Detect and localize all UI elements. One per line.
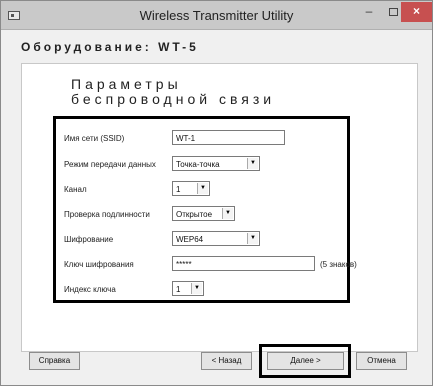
chevron-down-icon: ▼	[197, 183, 208, 194]
cancel-button[interactable]: Отмена	[356, 352, 407, 370]
next-button[interactable]: Далее >	[267, 352, 344, 370]
key-index-value: 1	[176, 285, 181, 294]
channel-label: Канал	[64, 185, 87, 194]
key-index-select[interactable]: 1 ▼	[172, 281, 204, 296]
key-label: Ключ шифрования	[64, 260, 134, 269]
minimize-button[interactable]: –	[357, 2, 381, 22]
wizard-panel: Параметры беспроводной связи Имя сети (S…	[21, 63, 418, 352]
help-button[interactable]: Справка	[29, 352, 80, 370]
ssid-label: Имя сети (SSID)	[64, 134, 125, 143]
encryption-select[interactable]: WEP64 ▼	[172, 231, 260, 246]
page-heading: Параметры беспроводной связи	[71, 76, 276, 107]
chevron-down-icon: ▼	[222, 208, 233, 219]
encryption-label: Шифрование	[64, 235, 114, 244]
encryption-value: WEP64	[176, 235, 204, 244]
chevron-down-icon: ▼	[191, 283, 202, 294]
maximize-icon	[388, 8, 398, 16]
wireless-settings-form: Имя сети (SSID) WT-1 Режим передачи данн…	[53, 116, 357, 303]
mode-label: Режим передачи данных	[64, 160, 156, 169]
mode-value: Точка-точка	[176, 160, 220, 169]
title-bar[interactable]: Wireless Transmitter Utility – ×	[1, 1, 432, 30]
encryption-key-input[interactable]: *****	[172, 256, 315, 271]
back-button[interactable]: < Назад	[201, 352, 252, 370]
channel-select[interactable]: 1 ▼	[172, 181, 210, 196]
close-button[interactable]: ×	[401, 2, 432, 22]
key-length-hint: (5 знаков)	[320, 260, 357, 269]
auth-select[interactable]: Открытое ▼	[172, 206, 235, 221]
app-window: Wireless Transmitter Utility – × Оборудо…	[0, 0, 433, 386]
equipment-label: Оборудование: WT-5	[21, 40, 199, 54]
chevron-down-icon: ▼	[247, 233, 258, 244]
auth-label: Проверка подлинности	[64, 210, 150, 219]
auth-value: Открытое	[176, 210, 213, 219]
channel-value: 1	[176, 185, 181, 194]
key-index-label: Индекс ключа	[64, 285, 116, 294]
ssid-input[interactable]: WT-1	[172, 130, 285, 145]
mode-select[interactable]: Точка-точка ▼	[172, 156, 260, 171]
chevron-down-icon: ▼	[247, 158, 258, 169]
